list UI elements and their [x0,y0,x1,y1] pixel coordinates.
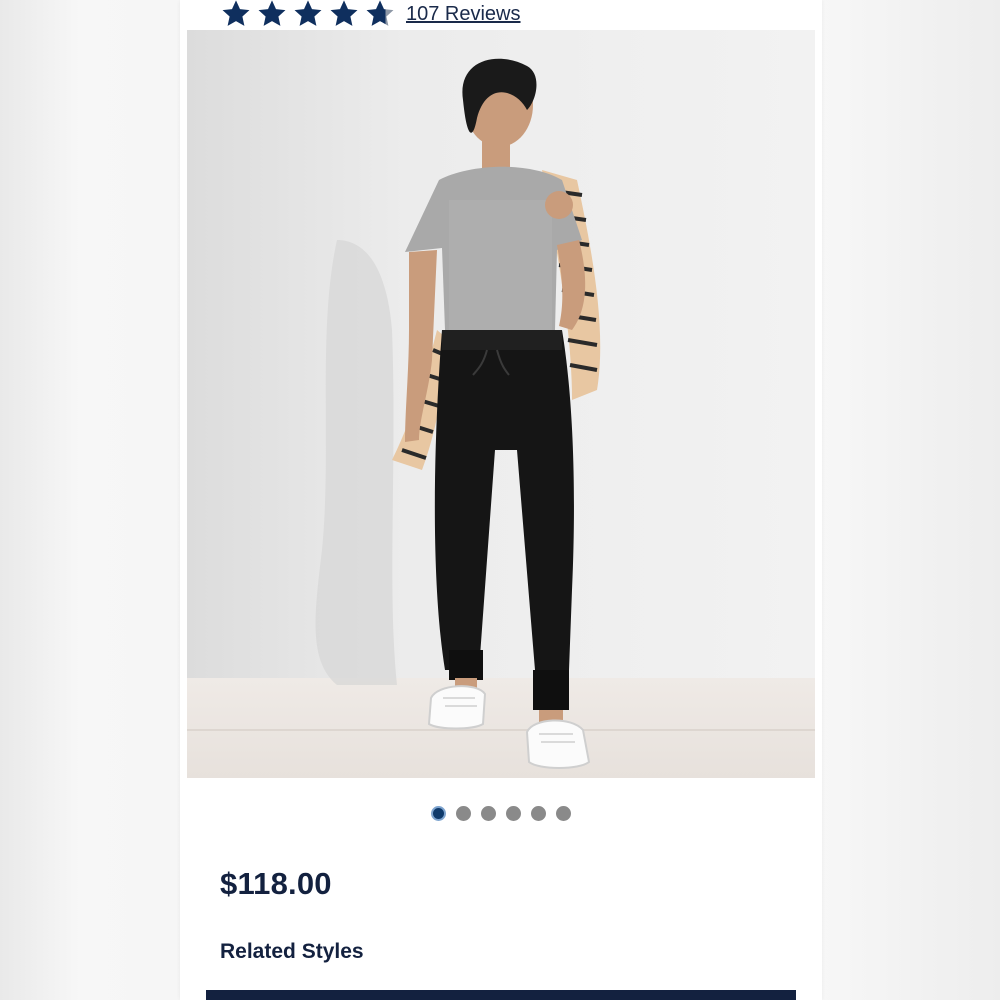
star-icon [256,0,288,30]
carousel-dot-3[interactable] [481,806,496,821]
star-icon [220,0,252,30]
background-right [822,0,1000,1000]
rating-row[interactable]: 107 Reviews [220,0,521,28]
reviews-link[interactable]: 107 Reviews [406,0,521,28]
partial-star-icon [364,0,396,30]
carousel-dot-5[interactable] [531,806,546,821]
carousel-dot-4[interactable] [506,806,521,821]
product-page: 107 Reviews $118.00 Related Styles [180,0,822,1000]
content-fade [180,962,822,992]
product-image[interactable] [187,30,815,778]
product-price: $118.00 [220,866,332,901]
carousel-dot-1[interactable] [431,806,446,821]
product-photo-illustration [187,30,815,778]
carousel-dot-6[interactable] [556,806,571,821]
star-rating [220,0,396,30]
carousel-dots [431,806,571,821]
star-icon [292,0,324,30]
related-styles-heading: Related Styles [220,940,364,963]
star-icon [328,0,360,30]
carousel-dot-2[interactable] [456,806,471,821]
sticky-cta-bar[interactable] [206,990,796,1000]
